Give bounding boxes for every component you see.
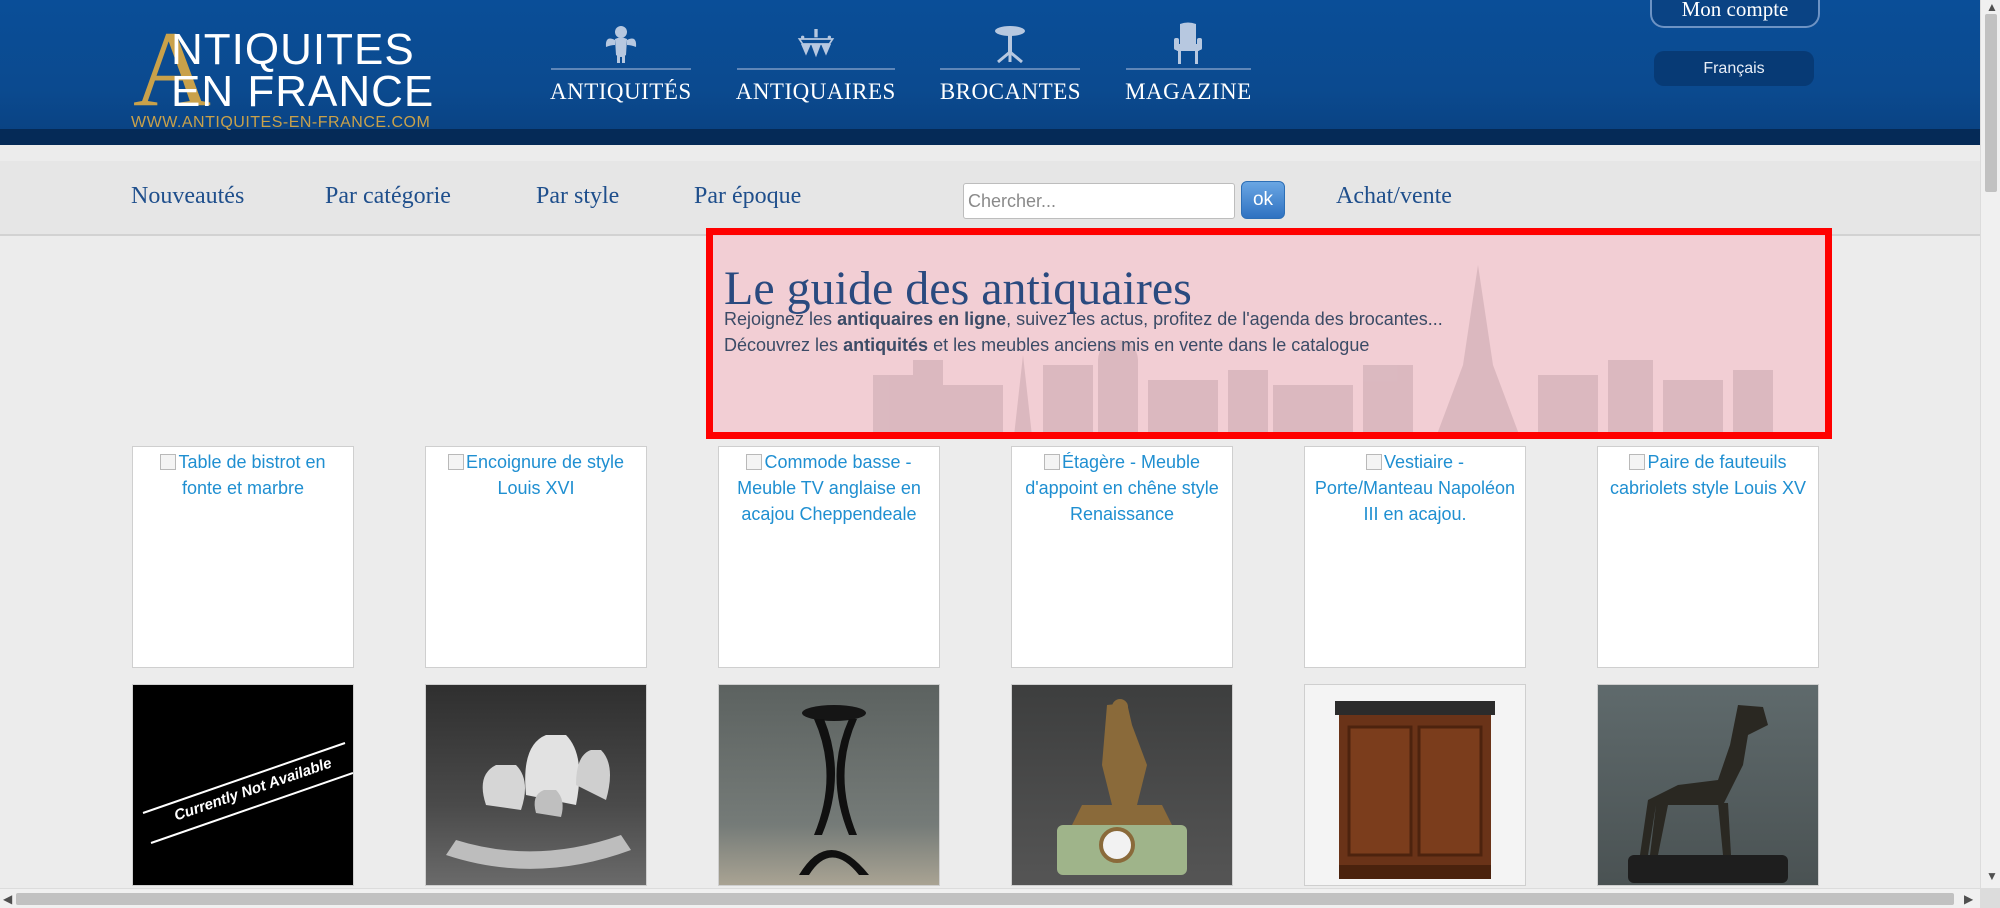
nav-rule — [550, 68, 691, 70]
guide-text-line-1: Rejoignez les antiquaires en ligne, suiv… — [724, 309, 1443, 329]
product-card[interactable]: Encoignure de style Louis XVI — [425, 446, 647, 668]
gueridon-table-icon — [990, 22, 1030, 66]
logo-line-1: NTIQUITES — [171, 25, 415, 74]
product-card[interactable]: Étagère - Meuble d'appoint en chêne styl… — [1011, 446, 1233, 668]
product-photo-mahogany-cabinet[interactable] — [1304, 684, 1526, 886]
product-link[interactable]: Étagère - Meuble d'appoint en chêne styl… — [1012, 447, 1232, 527]
product-card[interactable]: Table de bistrot en fonte et marbre — [132, 446, 354, 668]
product-photo-black-pedestal[interactable] — [718, 684, 940, 886]
product-link[interactable]: Vestiaire - Porte/Manteau Napoléon III e… — [1305, 447, 1525, 527]
logo-url: WWW.ANTIQUITES-EN-FRANCE.COM — [131, 114, 431, 131]
main-nav: ANTIQUITÉS ANTIQUAIRES BROCANTES MAGAZIN… — [550, 22, 1296, 112]
product-card[interactable]: Paire de fauteuils cabriolets style Loui… — [1597, 446, 1819, 668]
bronze-greyhound-image — [1628, 705, 1788, 883]
black-pedestal-image — [799, 705, 869, 875]
product-link[interactable]: Encoignure de style Louis XVI — [426, 447, 646, 501]
subnav-par-style[interactable]: Par style — [536, 183, 619, 210]
product-photo-not-available[interactable]: Currently Not Available — [132, 684, 354, 886]
nav-antiquaires[interactable]: ANTIQUAIRES — [736, 22, 896, 112]
logo-line-2: EN FRANCE — [171, 67, 435, 116]
nav-rule — [940, 68, 1081, 70]
search-input[interactable] — [963, 183, 1235, 219]
antiquaires-en-ligne-link[interactable]: antiquaires en ligne — [837, 309, 1006, 329]
mahogany-cabinet-image — [1335, 701, 1495, 879]
product-card[interactable]: Vestiaire - Porte/Manteau Napoléon III e… — [1304, 446, 1526, 668]
scrollbar-corner — [1980, 888, 2000, 908]
silver-tea-set-image — [446, 735, 631, 869]
subnav-par-epoque[interactable]: Par époque — [694, 183, 801, 210]
broken-image-icon — [746, 454, 763, 470]
nav-magazine[interactable]: MAGAZINE — [1125, 22, 1252, 112]
nav-label: ANTIQUITÉS — [550, 79, 692, 104]
nav-label: BROCANTES — [939, 79, 1082, 104]
scroll-down-arrow-icon[interactable]: ▼ — [1986, 870, 1998, 882]
nav-label: ANTIQUAIRES — [735, 79, 896, 104]
product-card[interactable]: Commode basse - Meuble TV anglaise en ac… — [718, 446, 940, 668]
bronze-clock-image — [1057, 699, 1187, 875]
vertical-scrollbar-thumb[interactable] — [1985, 14, 1997, 192]
product-link[interactable]: Paire de fauteuils cabriolets style Loui… — [1598, 447, 1818, 501]
vertical-scrollbar[interactable]: ▲ ▼ — [1980, 0, 2000, 888]
product-photo-silver-tea-set[interactable] — [425, 684, 647, 886]
horizontal-scrollbar-thumb[interactable] — [16, 893, 1954, 905]
nav-antiquites[interactable]: ANTIQUITÉS — [550, 22, 692, 112]
scroll-up-arrow-icon[interactable]: ▲ — [1986, 1, 1998, 13]
language-selector[interactable]: Français — [1654, 51, 1814, 86]
scroll-right-arrow-icon[interactable]: ▶ — [1964, 893, 1973, 905]
nav-rule — [736, 68, 895, 70]
antiquites-link[interactable]: antiquités — [843, 335, 928, 355]
cherub-icon — [601, 22, 641, 66]
broken-image-icon — [1043, 454, 1060, 470]
product-photo-bronze-greyhound[interactable] — [1597, 684, 1819, 886]
nav-rule — [1125, 68, 1251, 70]
broken-image-icon — [1365, 454, 1382, 470]
guide-title: Le guide des antiquaires — [724, 262, 1192, 315]
site-header: A NTIQUITES EN FRANCE WWW.ANTIQUITES-EN-… — [0, 0, 1980, 145]
nav-brocantes[interactable]: BROCANTES — [940, 22, 1081, 112]
subnav-par-categorie[interactable]: Par catégorie — [325, 183, 451, 210]
product-link[interactable]: Commode basse - Meuble TV anglaise en ac… — [719, 447, 939, 527]
broken-image-icon — [1629, 454, 1646, 470]
product-photo-bronze-clock[interactable] — [1011, 684, 1233, 886]
horizontal-scrollbar[interactable]: ◀ ▶ — [0, 888, 1980, 908]
broken-image-icon — [447, 454, 464, 470]
subnav-nouveautes[interactable]: Nouveautés — [131, 183, 244, 210]
my-account-button[interactable]: Mon compte — [1650, 0, 1820, 28]
guide-banner: Le guide des antiquaires Rejoignez les a… — [706, 228, 1832, 439]
guide-text-line-2: Découvrez les antiquités et les meubles … — [724, 335, 1370, 355]
chandelier-icon — [796, 22, 836, 66]
site-logo[interactable]: A NTIQUITES EN FRANCE WWW.ANTIQUITES-EN-… — [131, 16, 446, 134]
nav-label: MAGAZINE — [1125, 79, 1252, 104]
armchair-icon — [1168, 22, 1208, 66]
broken-image-icon — [160, 454, 177, 470]
sub-nav: Nouveautés Par catégorie Par style Par é… — [0, 161, 1980, 236]
subnav-achat-vente[interactable]: Achat/vente — [1336, 183, 1452, 210]
search-ok-button[interactable]: ok — [1241, 181, 1285, 219]
product-link[interactable]: Table de bistrot en fonte et marbre — [133, 447, 353, 501]
scroll-left-arrow-icon[interactable]: ◀ — [3, 893, 12, 905]
